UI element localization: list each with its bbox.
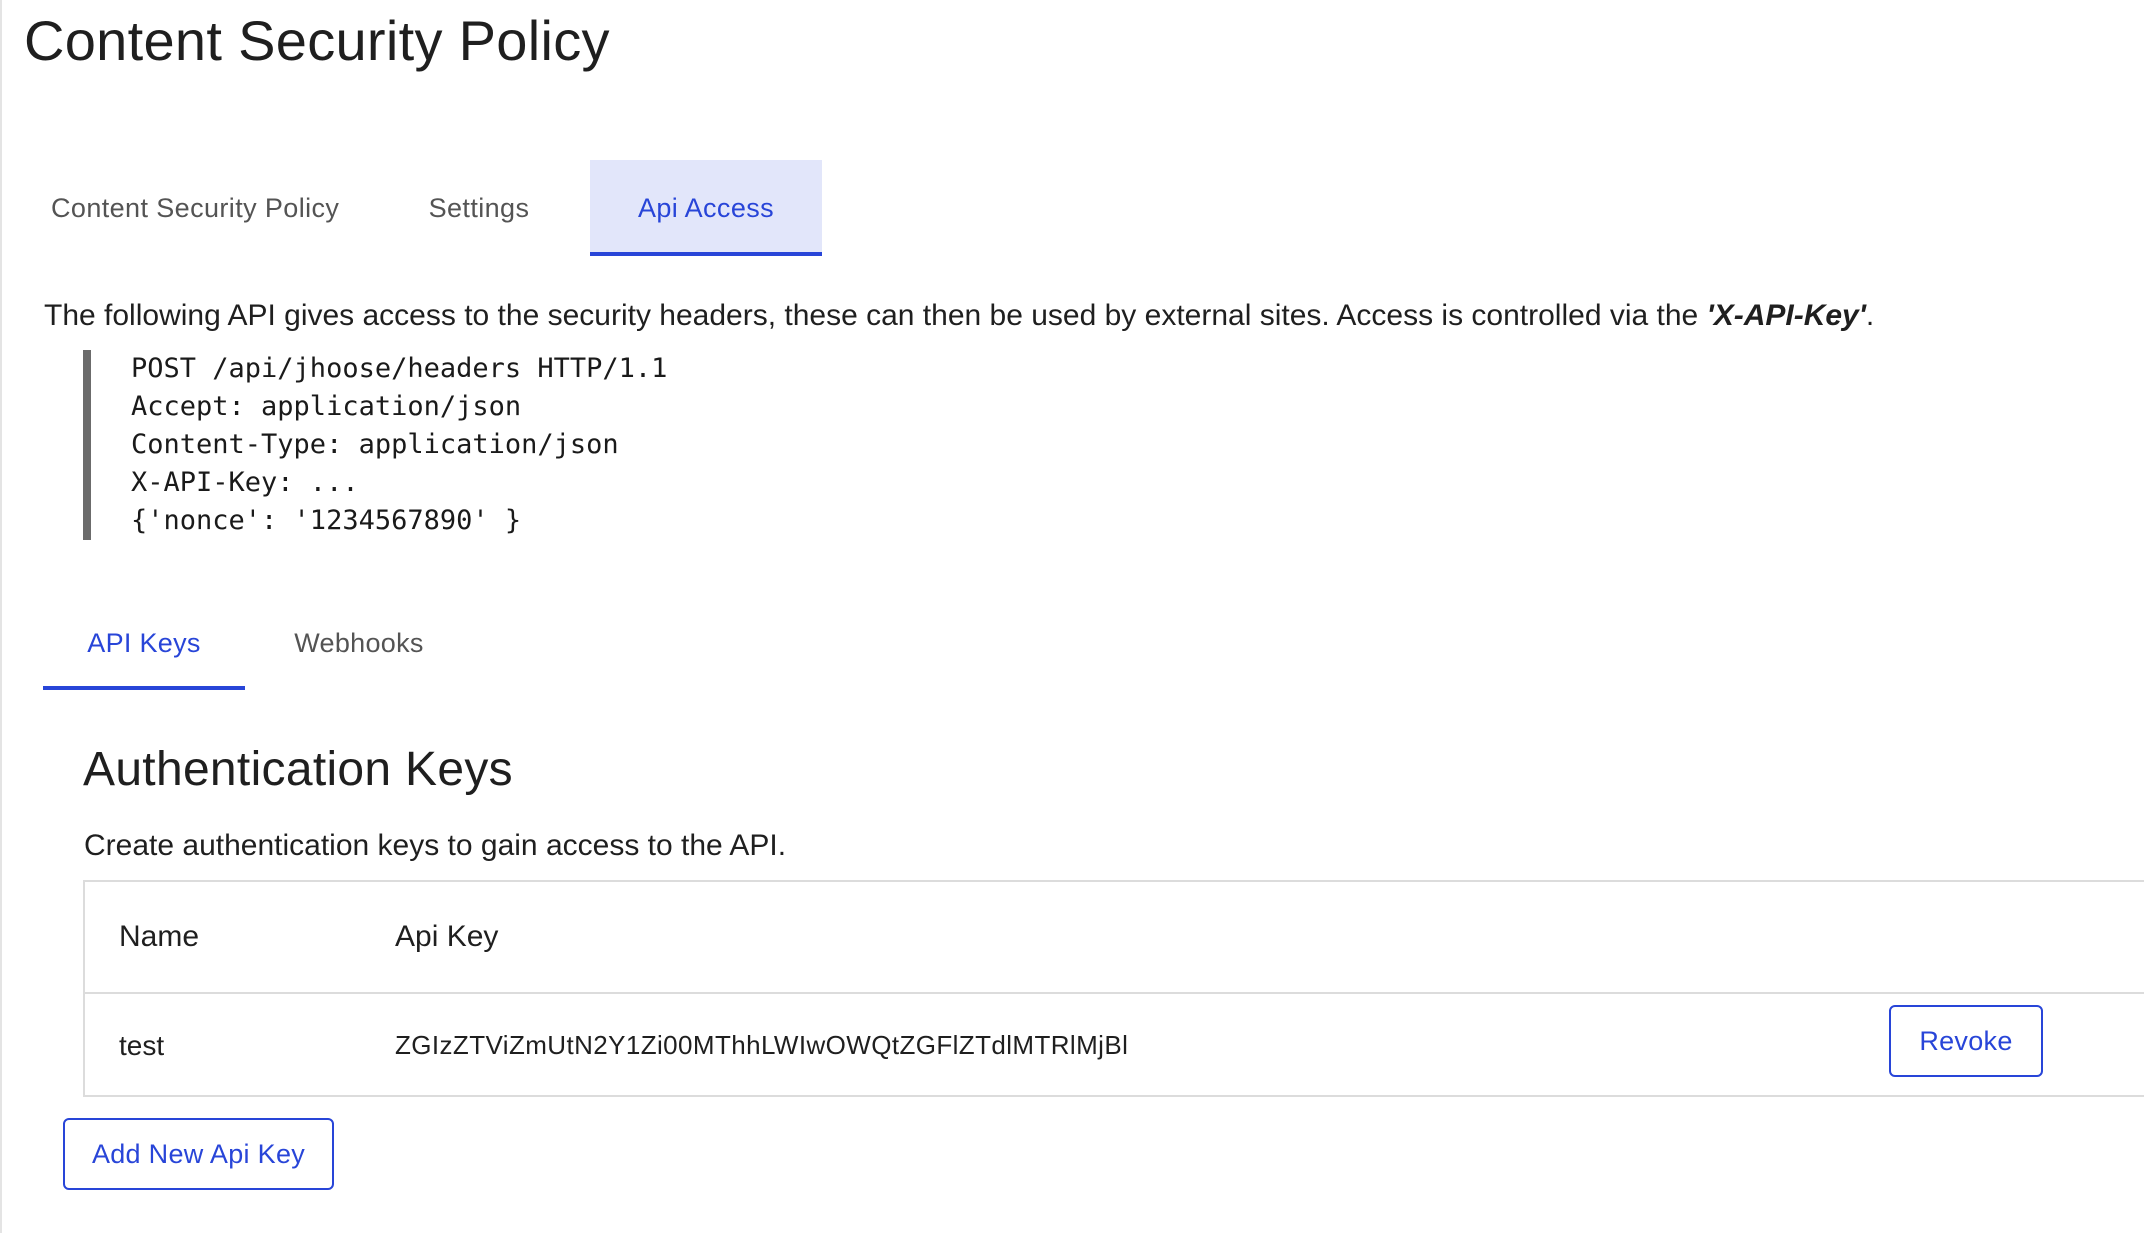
code-line: Content-Type: application/json bbox=[131, 429, 619, 460]
api-key-value-cell: ZGIzZTViZmUtN2Y1Zi00MThhLWIwOWQtZGFlZTdl… bbox=[395, 1030, 1129, 1060]
intro-end: . bbox=[1865, 299, 1875, 332]
intro-api-key-header: 'X-API-Key' bbox=[1706, 299, 1866, 332]
code-line: POST /api/jhoose/headers HTTP/1.1 bbox=[131, 353, 668, 384]
code-line: X-API-Key: ... bbox=[131, 467, 359, 498]
api-intro-text: The following API gives access to the se… bbox=[44, 296, 1874, 336]
revoke-button[interactable]: Revoke bbox=[1889, 1005, 2043, 1077]
api-request-example: POST /api/jhoose/headers HTTP/1.1 Accept… bbox=[83, 350, 783, 540]
table-header-row: Name Api Key bbox=[85, 882, 2144, 994]
table-row: test ZGIzZTViZmUtN2Y1Zi00MThhLWIwOWQtZGF… bbox=[85, 994, 2144, 1097]
column-header-api-key: Api Key bbox=[395, 920, 499, 953]
tab-api-access[interactable]: Api Access bbox=[590, 160, 822, 256]
api-sub-tabs: API Keys Webhooks bbox=[43, 600, 473, 690]
column-header-name: Name bbox=[119, 920, 200, 953]
page-title: Content Security Policy bbox=[24, 9, 610, 72]
tab-content-security-policy[interactable]: Content Security Policy bbox=[24, 160, 368, 256]
main-tabs: Content Security Policy Settings Api Acc… bbox=[24, 160, 822, 256]
tab-api-keys[interactable]: API Keys bbox=[43, 600, 245, 690]
content-left-border bbox=[0, 0, 2, 1233]
code-line: {'nonce': '1234567890' } bbox=[131, 505, 522, 536]
intro-text: The following API gives access to the se… bbox=[44, 299, 1707, 332]
api-keys-table: Name Api Key test ZGIzZTViZmUtN2Y1Zi00MT… bbox=[83, 880, 2144, 1097]
code-line: Accept: application/json bbox=[131, 391, 522, 422]
auth-keys-title: Authentication Keys bbox=[83, 743, 513, 796]
add-new-api-key-button[interactable]: Add New Api Key bbox=[63, 1118, 334, 1190]
auth-keys-description: Create authentication keys to gain acces… bbox=[84, 829, 787, 862]
tab-settings[interactable]: Settings bbox=[368, 160, 590, 256]
tab-webhooks[interactable]: Webhooks bbox=[245, 600, 473, 690]
key-name-cell: test bbox=[119, 1030, 165, 1061]
